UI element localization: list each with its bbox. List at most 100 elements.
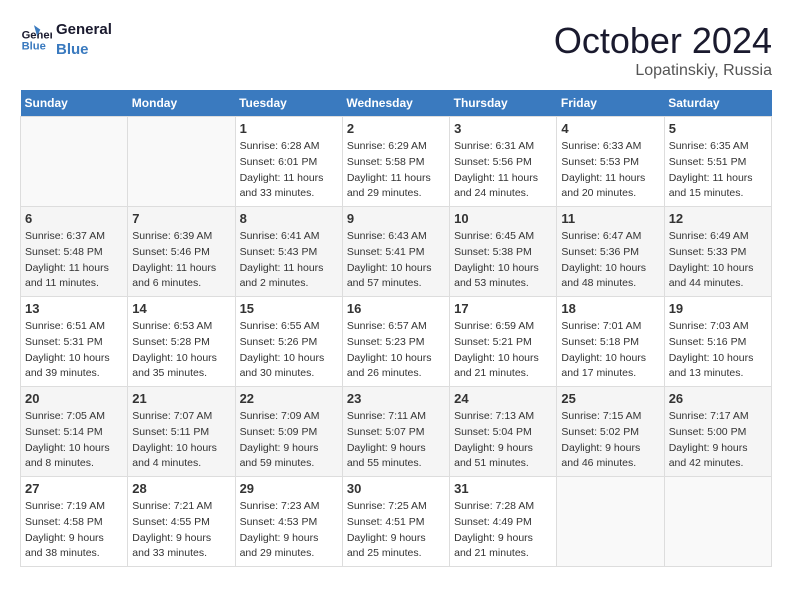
day-info: Sunrise: 7:03 AM Sunset: 5:16 PM Dayligh… [669,319,767,382]
day-number: 8 [240,211,338,226]
calendar-cell [664,477,771,567]
logo-line1: General [56,20,112,40]
day-info: Sunrise: 6:49 AM Sunset: 5:33 PM Dayligh… [669,229,767,292]
day-info: Sunrise: 6:43 AM Sunset: 5:41 PM Dayligh… [347,229,445,292]
day-info: Sunrise: 7:28 AM Sunset: 4:49 PM Dayligh… [454,499,552,562]
day-number: 24 [454,391,552,406]
calendar-cell: 13Sunrise: 6:51 AM Sunset: 5:31 PM Dayli… [21,297,128,387]
day-info: Sunrise: 6:29 AM Sunset: 5:58 PM Dayligh… [347,139,445,202]
calendar-cell [128,117,235,207]
page-header: General Blue General Blue October 2024 L… [20,20,772,80]
day-number: 30 [347,481,445,496]
day-number: 31 [454,481,552,496]
day-number: 7 [132,211,230,226]
day-number: 15 [240,301,338,316]
col-header-sunday: Sunday [21,90,128,117]
day-info: Sunrise: 7:19 AM Sunset: 4:58 PM Dayligh… [25,499,123,562]
calendar-cell [21,117,128,207]
day-info: Sunrise: 6:57 AM Sunset: 5:23 PM Dayligh… [347,319,445,382]
calendar-cell: 23 Sunrise: 7:11 AM Sunset: 5:07 PM Dayli… [342,387,449,477]
calendar-cell: 21 Sunrise: 7:07 AM Sunset: 5:11 PM Dayli… [128,387,235,477]
day-number: 2 [347,121,445,136]
day-info: Sunrise: 7:13 AM Sunset: 5:04 PM Dayligh… [454,409,552,472]
day-number: 16 [347,301,445,316]
day-info: Sunrise: 7:01 AM Sunset: 5:18 PM Dayligh… [561,319,659,382]
day-number: 21 [132,391,230,406]
day-number: 27 [25,481,123,496]
calendar-cell: 4 Sunrise: 6:33 AM Sunset: 5:53 PM Daylig… [557,117,664,207]
col-header-tuesday: Tuesday [235,90,342,117]
day-info: Sunrise: 7:11 AM Sunset: 5:07 PM Dayligh… [347,409,445,472]
week-row-4: 20Sunrise: 7:05 AM Sunset: 5:14 PM Dayli… [21,387,772,477]
logo: General Blue General Blue [20,20,112,59]
week-row-1: 1 Sunrise: 6:28 AM Sunset: 6:01 PM Daylig… [21,117,772,207]
svg-text:Blue: Blue [22,40,46,52]
day-info: Sunrise: 6:35 AM Sunset: 5:51 PM Dayligh… [669,139,767,202]
day-info: Sunrise: 6:39 AM Sunset: 5:46 PM Dayligh… [132,229,230,292]
calendar-cell: 29 Sunrise: 7:23 AM Sunset: 4:53 PM Dayli… [235,477,342,567]
day-number: 23 [347,391,445,406]
calendar-cell: 28 Sunrise: 7:21 AM Sunset: 4:55 PM Dayli… [128,477,235,567]
day-info: Sunrise: 6:45 AM Sunset: 5:38 PM Dayligh… [454,229,552,292]
calendar-cell: 14Sunrise: 6:53 AM Sunset: 5:28 PM Dayli… [128,297,235,387]
day-info: Sunrise: 7:09 AM Sunset: 5:09 PM Dayligh… [240,409,338,472]
calendar-cell: 31 Sunrise: 7:28 AM Sunset: 4:49 PM Dayli… [450,477,557,567]
day-number: 3 [454,121,552,136]
day-info: Sunrise: 6:28 AM Sunset: 6:01 PM Dayligh… [240,139,338,202]
day-info: Sunrise: 6:31 AM Sunset: 5:56 PM Dayligh… [454,139,552,202]
day-info: Sunrise: 6:53 AM Sunset: 5:28 PM Dayligh… [132,319,230,382]
location: Lopatinskiy, Russia [554,62,772,80]
day-number: 6 [25,211,123,226]
day-number: 17 [454,301,552,316]
calendar-cell: 7 Sunrise: 6:39 AM Sunset: 5:46 PM Daylig… [128,207,235,297]
day-number: 22 [240,391,338,406]
calendar-cell: 3 Sunrise: 6:31 AM Sunset: 5:56 PM Daylig… [450,117,557,207]
day-number: 19 [669,301,767,316]
calendar-cell: 2 Sunrise: 6:29 AM Sunset: 5:58 PM Daylig… [342,117,449,207]
calendar-cell: 27 Sunrise: 7:19 AM Sunset: 4:58 PM Dayli… [21,477,128,567]
calendar-cell: 26 Sunrise: 7:17 AM Sunset: 5:00 PM Dayli… [664,387,771,477]
day-info: Sunrise: 6:47 AM Sunset: 5:36 PM Dayligh… [561,229,659,292]
calendar-cell: 11 Sunrise: 6:47 AM Sunset: 5:36 PM Dayli… [557,207,664,297]
calendar-cell: 17 Sunrise: 6:59 AM Sunset: 5:21 PM Dayli… [450,297,557,387]
day-info: Sunrise: 7:17 AM Sunset: 5:00 PM Dayligh… [669,409,767,472]
title-section: October 2024 Lopatinskiy, Russia [554,20,772,80]
week-row-3: 13Sunrise: 6:51 AM Sunset: 5:31 PM Dayli… [21,297,772,387]
day-number: 12 [669,211,767,226]
logo-line2: Blue [56,40,112,60]
day-info: Sunrise: 6:59 AM Sunset: 5:21 PM Dayligh… [454,319,552,382]
day-number: 4 [561,121,659,136]
month-title: October 2024 [554,20,772,62]
day-info: Sunrise: 7:07 AM Sunset: 5:11 PM Dayligh… [132,409,230,472]
col-header-thursday: Thursday [450,90,557,117]
day-info: Sunrise: 7:23 AM Sunset: 4:53 PM Dayligh… [240,499,338,562]
calendar-cell: 9Sunrise: 6:43 AM Sunset: 5:41 PM Daylig… [342,207,449,297]
week-row-2: 6Sunrise: 6:37 AM Sunset: 5:48 PM Daylig… [21,207,772,297]
calendar-cell: 1 Sunrise: 6:28 AM Sunset: 6:01 PM Daylig… [235,117,342,207]
day-number: 28 [132,481,230,496]
day-number: 11 [561,211,659,226]
day-info: Sunrise: 6:33 AM Sunset: 5:53 PM Dayligh… [561,139,659,202]
day-info: Sunrise: 7:21 AM Sunset: 4:55 PM Dayligh… [132,499,230,562]
day-info: Sunrise: 6:41 AM Sunset: 5:43 PM Dayligh… [240,229,338,292]
day-number: 25 [561,391,659,406]
day-number: 1 [240,121,338,136]
calendar-cell: 15Sunrise: 6:55 AM Sunset: 5:26 PM Dayli… [235,297,342,387]
col-header-friday: Friday [557,90,664,117]
calendar-table: SundayMondayTuesdayWednesdayThursdayFrid… [20,90,772,567]
day-number: 13 [25,301,123,316]
calendar-cell: 25 Sunrise: 7:15 AM Sunset: 5:02 PM Dayli… [557,387,664,477]
calendar-cell: 8 Sunrise: 6:41 AM Sunset: 5:43 PM Daylig… [235,207,342,297]
day-info: Sunrise: 7:15 AM Sunset: 5:02 PM Dayligh… [561,409,659,472]
day-number: 26 [669,391,767,406]
header-row: SundayMondayTuesdayWednesdayThursdayFrid… [21,90,772,117]
calendar-cell: 16 Sunrise: 6:57 AM Sunset: 5:23 PM Dayli… [342,297,449,387]
week-row-5: 27 Sunrise: 7:19 AM Sunset: 4:58 PM Dayli… [21,477,772,567]
calendar-cell: 19 Sunrise: 7:03 AM Sunset: 5:16 PM Dayli… [664,297,771,387]
col-header-saturday: Saturday [664,90,771,117]
calendar-cell: 20Sunrise: 7:05 AM Sunset: 5:14 PM Dayli… [21,387,128,477]
day-number: 20 [25,391,123,406]
day-info: Sunrise: 7:25 AM Sunset: 4:51 PM Dayligh… [347,499,445,562]
day-number: 29 [240,481,338,496]
col-header-wednesday: Wednesday [342,90,449,117]
